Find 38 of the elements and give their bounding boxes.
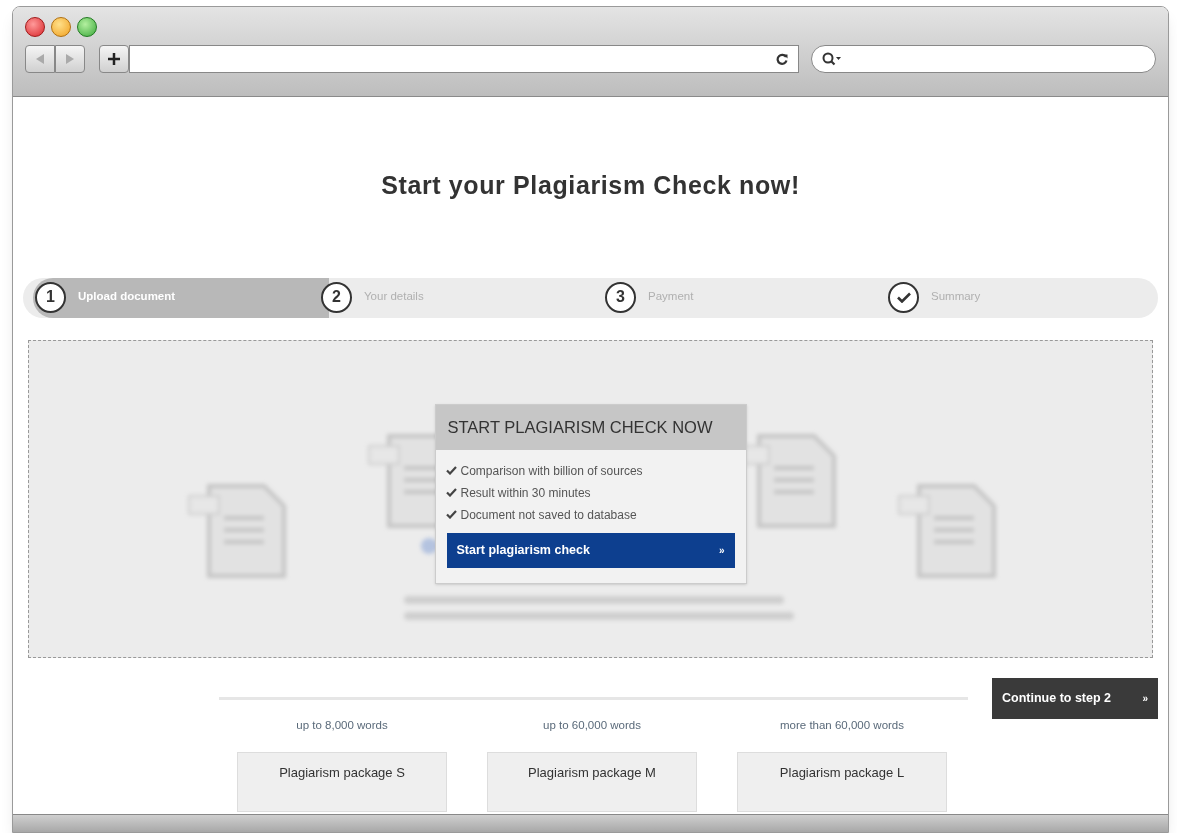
check-icon bbox=[445, 466, 457, 475]
close-icon[interactable] bbox=[25, 17, 45, 37]
plus-icon bbox=[108, 53, 120, 65]
package-name: Plagiarism package M bbox=[528, 763, 656, 781]
step-label: Payment bbox=[648, 289, 694, 305]
continue-button[interactable]: Continue to step 2 » bbox=[992, 677, 1158, 719]
check-icon bbox=[896, 291, 911, 303]
page-heading: Start your Plagiarism Check now! bbox=[380, 170, 801, 201]
package-card[interactable]: Plagiarism package M bbox=[487, 751, 697, 812]
reload-icon[interactable] bbox=[776, 53, 788, 65]
back-icon bbox=[36, 54, 44, 64]
start-check-button[interactable]: Start plagiarism check » bbox=[446, 532, 735, 568]
check-icon bbox=[445, 510, 457, 519]
address-field[interactable] bbox=[129, 45, 799, 73]
word-limit-text: up to 60,000 words bbox=[543, 717, 641, 733]
package-name: Plagiarism package L bbox=[779, 763, 905, 781]
back-button[interactable] bbox=[25, 45, 55, 73]
step-label: Your details bbox=[364, 289, 424, 305]
step-number[interactable]: 3 bbox=[605, 281, 636, 313]
word-limit-text: more than 60,000 words bbox=[780, 717, 904, 733]
new-tab-button[interactable] bbox=[99, 45, 129, 73]
word-limit-text: up to 8,000 words bbox=[296, 717, 388, 733]
minimize-icon[interactable] bbox=[51, 17, 71, 37]
forward-button[interactable] bbox=[55, 45, 85, 73]
feature-text: Result within 30 minutes bbox=[460, 484, 591, 502]
package-card[interactable]: Plagiarism package S bbox=[237, 751, 447, 812]
package-card[interactable]: Plagiarism package L bbox=[737, 751, 947, 812]
step-label: Summary bbox=[931, 289, 981, 305]
feature-text: Comparison with billion of sources bbox=[460, 462, 643, 480]
check-icon bbox=[445, 488, 457, 497]
zoom-icon[interactable] bbox=[77, 17, 97, 37]
feature-text: Document not saved to database bbox=[460, 506, 637, 524]
search-field[interactable] bbox=[811, 45, 1156, 73]
package-name: Plagiarism package S bbox=[279, 763, 405, 781]
popup-title: START PLAGIARISM CHECK NOW bbox=[435, 404, 746, 450]
forward-icon bbox=[66, 54, 74, 64]
step-label: Upload document bbox=[78, 289, 176, 305]
search-icon bbox=[822, 52, 842, 66]
